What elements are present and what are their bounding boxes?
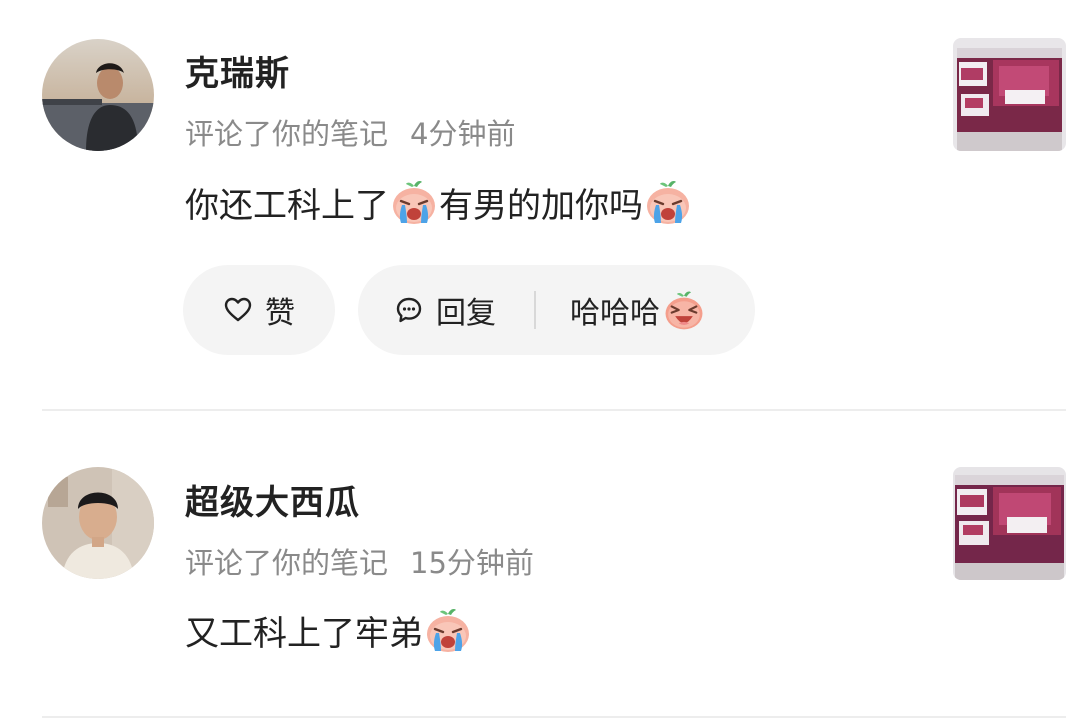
comment-text-part: 有男的加你吗: [439, 185, 643, 226]
timestamp: 15分钟前: [410, 546, 534, 580]
action-text: 评论了你的笔记: [185, 546, 389, 580]
comment-text: 又工科上了牢弟: [185, 604, 473, 656]
avatar[interactable]: [42, 467, 154, 579]
note-thumbnail[interactable]: [953, 467, 1066, 580]
quick-reply-button[interactable]: 哈哈哈: [570, 288, 706, 332]
crying-face-emoji: [389, 177, 439, 227]
laughing-face-emoji: [662, 288, 706, 332]
like-label: 赞: [265, 296, 295, 331]
comment-meta: 评论了你的笔记 4分钟前: [185, 111, 515, 153]
comment-meta: 评论了你的笔记 15分钟前: [185, 540, 534, 582]
reply-button[interactable]: 回复: [358, 288, 496, 332]
crying-face-emoji: [423, 605, 473, 655]
divider: [534, 291, 536, 329]
like-button[interactable]: 赞: [183, 265, 335, 355]
comment-text-part: 又工科上了牢弟: [185, 613, 423, 654]
avatar[interactable]: [42, 39, 154, 151]
action-text: 评论了你的笔记: [185, 117, 389, 151]
heart-outline-icon: [223, 295, 253, 325]
comment-item: 克瑞斯 评论了你的笔记 4分钟前 你还工科上了 有男的加你吗 赞 回复 哈哈哈: [0, 0, 1092, 410]
comment-text-part: 你还工科上了: [185, 185, 389, 226]
section-divider: [42, 716, 1066, 718]
speech-bubble-icon: [394, 295, 424, 325]
timestamp: 4分钟前: [410, 117, 516, 151]
reply-bar: 回复 哈哈哈: [358, 265, 755, 355]
comment-text: 你还工科上了 有男的加你吗: [185, 176, 693, 228]
crying-face-emoji: [643, 177, 693, 227]
username[interactable]: 克瑞斯: [185, 46, 290, 95]
note-thumbnail[interactable]: [953, 38, 1066, 151]
reply-label: 回复: [436, 296, 496, 331]
comment-item: 超级大西瓜 评论了你的笔记 15分钟前 又工科上了牢弟: [0, 411, 1092, 721]
username[interactable]: 超级大西瓜: [185, 475, 360, 524]
quick-reply-label: 哈哈哈: [570, 296, 660, 331]
